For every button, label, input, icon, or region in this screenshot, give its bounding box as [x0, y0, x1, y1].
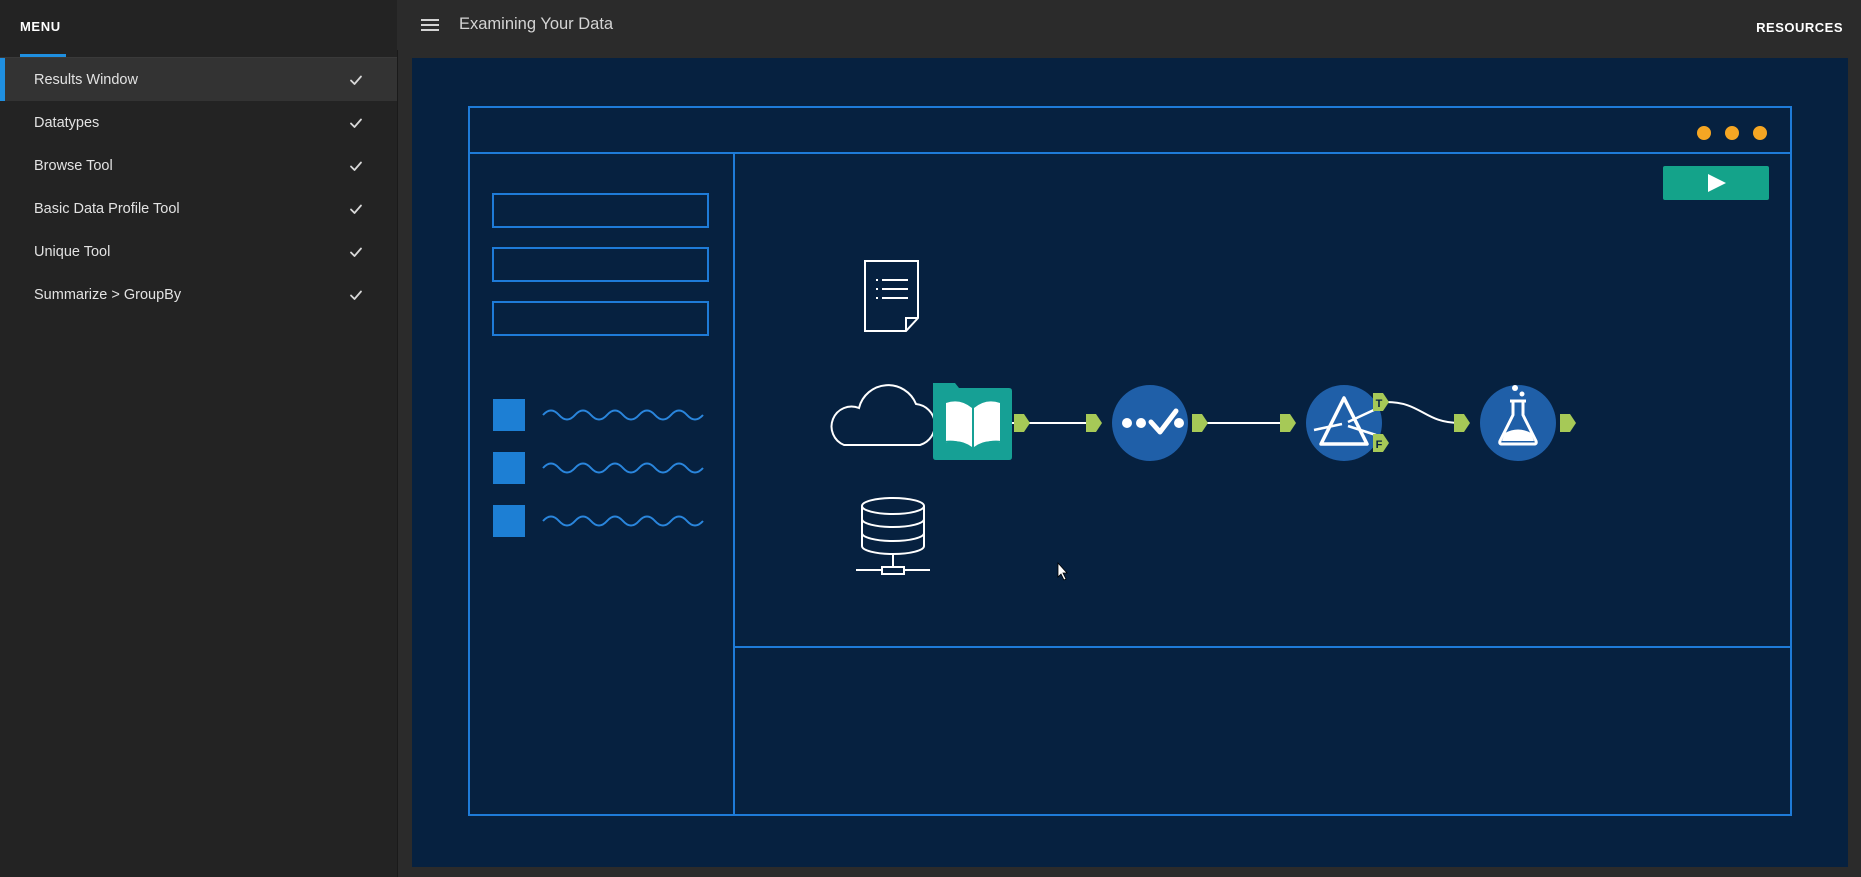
true-anchor-label: T [1376, 398, 1383, 410]
menu-item-label: Datatypes [34, 114, 100, 131]
check-icon [350, 247, 362, 257]
menu-item-label: Browse Tool [34, 157, 113, 174]
mouse-cursor-icon [1057, 561, 1068, 581]
menu-title-underline [20, 54, 66, 57]
flask-tool-icon [1480, 385, 1556, 461]
page-title: Examining Your Data [459, 15, 614, 33]
video-stage[interactable]: T F [412, 58, 1848, 867]
select-tool-icon [1112, 385, 1188, 461]
top-bar: Examining Your Data RESOURCES [397, 0, 1861, 50]
window-dot-icon [1697, 126, 1711, 140]
run-button [1663, 166, 1769, 200]
output-anchor-icon [1014, 414, 1030, 432]
input-anchor-icon [1454, 414, 1470, 432]
resources-link[interactable]: RESOURCES [1756, 20, 1843, 35]
color-swatch [493, 452, 525, 484]
menu-title: MENU [20, 19, 61, 34]
menu-item-label: Summarize > GroupBy [34, 286, 182, 303]
wave-line [542, 462, 704, 474]
document-icon [864, 260, 919, 332]
menu-item-browse-tool[interactable]: Browse Tool [0, 144, 397, 187]
menu-item-unique-tool[interactable]: Unique Tool [0, 230, 397, 273]
check-icon [350, 75, 362, 85]
window-dot-icon [1725, 126, 1739, 140]
wave-line [542, 409, 704, 421]
color-swatch [493, 399, 525, 431]
true-anchor: T [1373, 393, 1389, 411]
window-dot-icon [1753, 126, 1767, 140]
cloud-icon [830, 384, 936, 446]
menu-item-label: Basic Data Profile Tool [34, 200, 180, 217]
menu-item-label: Unique Tool [34, 243, 111, 260]
app-window-frame [468, 106, 1792, 816]
false-anchor-label: F [1376, 439, 1383, 451]
config-field-placeholder [492, 247, 709, 282]
check-icon [350, 118, 362, 128]
output-anchor-icon [1192, 414, 1208, 432]
workflow-illustration: T F [468, 106, 1792, 816]
filter-tool-icon [1306, 385, 1382, 461]
menu-item-label: Results Window [34, 71, 138, 88]
false-anchor: F [1373, 434, 1389, 452]
config-field-placeholder [492, 193, 709, 228]
input-anchor-icon [1086, 414, 1102, 432]
wave-line [542, 515, 704, 527]
menu-header: MENU [0, 0, 397, 58]
check-icon [350, 204, 362, 214]
workflow-connection [1385, 401, 1461, 424]
menu-item-basic-data-profile-tool[interactable]: Basic Data Profile Tool [0, 187, 397, 230]
config-field-placeholder [492, 301, 709, 336]
menu-item-summarize-groupby[interactable]: Summarize > GroupBy [0, 273, 397, 316]
output-anchor-icon [1560, 414, 1576, 432]
check-icon [350, 161, 362, 171]
check-icon [350, 290, 362, 300]
menu-list: Results Window Datatypes Browse Tool Bas… [0, 58, 397, 316]
sidebar: MENU Results Window Datatypes Browse Too… [0, 0, 398, 877]
color-swatch [493, 505, 525, 537]
input-data-tool-icon [933, 383, 1012, 460]
hamburger-menu-icon[interactable] [421, 18, 439, 32]
menu-item-datatypes[interactable]: Datatypes [0, 101, 397, 144]
input-anchor-icon [1280, 414, 1296, 432]
database-icon [856, 497, 930, 575]
menu-item-results-window[interactable]: Results Window [0, 58, 397, 101]
